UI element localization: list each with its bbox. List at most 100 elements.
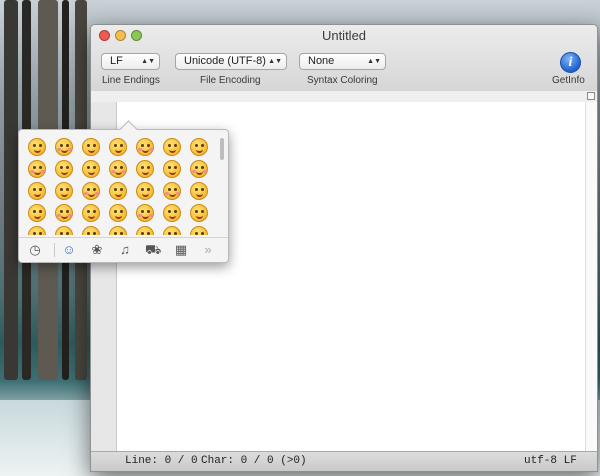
emoji-button[interactable] — [28, 226, 46, 235]
emoji-eye — [87, 166, 90, 169]
emoji-button[interactable] — [190, 182, 208, 200]
emoji-eye — [174, 188, 177, 191]
emoji-eye — [174, 232, 177, 235]
emoji-mouth — [88, 171, 95, 175]
emoji-eye — [87, 232, 90, 235]
emoji-mouth — [142, 171, 149, 175]
emoji-button[interactable] — [109, 204, 127, 222]
emoji-button[interactable] — [82, 160, 100, 178]
flower-icon[interactable]: ❀ — [89, 242, 105, 258]
status-bar: Line: 0 / 0 Char: 0 / 0 (>0) utf-8 LF — [91, 451, 597, 471]
clock-icon[interactable]: ◷ — [27, 242, 43, 258]
emoji-eye — [39, 210, 42, 213]
emoji-button[interactable] — [190, 160, 208, 178]
emoji-button[interactable] — [55, 226, 73, 235]
emoji-button[interactable] — [136, 182, 154, 200]
split-view-button[interactable] — [587, 92, 595, 100]
emoji-mouth — [34, 171, 41, 175]
emoji-eye — [93, 144, 96, 147]
emoji-button[interactable] — [190, 226, 208, 235]
emoji-mouth — [61, 215, 68, 219]
car-icon[interactable]: ⛟ — [145, 242, 161, 258]
emoji-button[interactable] — [82, 226, 100, 235]
emoji-eye — [66, 210, 69, 213]
emoji-eye — [168, 232, 171, 235]
emoji-button[interactable] — [55, 160, 73, 178]
emoji-button[interactable] — [109, 182, 127, 200]
emoji-button[interactable] — [163, 160, 181, 178]
emoji-cheek — [95, 192, 99, 195]
popup-arrows-icon: ▲▼ — [141, 58, 155, 65]
emoji-eye — [33, 232, 36, 235]
emoji-mouth — [169, 193, 176, 197]
emoji-button[interactable] — [190, 204, 208, 222]
emoji-eye — [141, 144, 144, 147]
bell-icon[interactable]: ♫ — [117, 242, 133, 258]
emoji-mouth — [142, 215, 149, 219]
palette-scrollbar[interactable] — [220, 138, 224, 160]
emoji-button[interactable] — [55, 204, 73, 222]
file-encoding-popup[interactable]: Unicode (UTF-8) ▲▼ — [175, 53, 287, 70]
emoji-cheek — [176, 192, 180, 195]
emoji-button[interactable] — [136, 160, 154, 178]
emoji-mouth — [142, 149, 149, 153]
line-endings-label: Line Endings — [102, 75, 160, 86]
emoji-mouth — [196, 171, 203, 175]
emoji-eye — [114, 144, 117, 147]
emoji-button[interactable] — [136, 226, 154, 235]
emoji-button[interactable] — [109, 160, 127, 178]
emoji-mouth — [196, 215, 203, 219]
emoji-eye — [147, 188, 150, 191]
emoji-button[interactable] — [28, 204, 46, 222]
emoji-eye — [141, 232, 144, 235]
line-endings-popup[interactable]: LF ▲▼ — [101, 53, 160, 70]
emoji-eye — [174, 210, 177, 213]
emoji-button[interactable] — [109, 226, 127, 235]
chevron-right-icon[interactable]: » — [200, 242, 216, 258]
emoji-button[interactable] — [55, 138, 73, 156]
emoji-button[interactable] — [109, 138, 127, 156]
emoji-button[interactable] — [136, 204, 154, 222]
symbols-icon[interactable]: ▦ — [173, 242, 189, 258]
emoji-button[interactable] — [163, 226, 181, 235]
emoji-eye — [120, 210, 123, 213]
emoji-eye — [168, 188, 171, 191]
emoji-eye — [195, 210, 198, 213]
emoji-eye — [201, 232, 204, 235]
emoji-mouth — [115, 171, 122, 175]
vertical-scrollbar[interactable] — [585, 102, 597, 451]
emoji-eye — [201, 188, 204, 191]
emoji-button[interactable] — [82, 182, 100, 200]
emoji-eye — [174, 166, 177, 169]
emoji-button[interactable] — [82, 138, 100, 156]
emoji-button[interactable] — [82, 204, 100, 222]
emoji-eye — [168, 210, 171, 213]
emoji-eye — [168, 166, 171, 169]
emoji-eye — [66, 232, 69, 235]
emoji-eye — [33, 210, 36, 213]
info-icon[interactable]: i — [560, 52, 581, 73]
smiley-icon[interactable]: ☺ — [61, 242, 77, 258]
emoji-eye — [39, 188, 42, 191]
emoji-button[interactable] — [28, 160, 46, 178]
emoji-eye — [195, 144, 198, 147]
emoji-button[interactable] — [163, 138, 181, 156]
emoji-button[interactable] — [163, 204, 181, 222]
emoji-button[interactable] — [28, 138, 46, 156]
emoji-mouth — [196, 193, 203, 197]
syntax-coloring-popup[interactable]: None ▲▼ — [299, 53, 386, 70]
emoji-button[interactable] — [28, 182, 46, 200]
emoji-mouth — [115, 215, 122, 219]
emoji-button[interactable] — [163, 182, 181, 200]
emoji-cheek — [57, 148, 61, 151]
emoji-button[interactable] — [55, 182, 73, 200]
emoji-button[interactable] — [190, 138, 208, 156]
emoji-eye — [114, 232, 117, 235]
emoji-cheek — [165, 192, 169, 195]
get-info-label[interactable]: GetInfo — [552, 75, 585, 86]
emoji-cheek — [41, 170, 45, 173]
emoji-eye — [195, 188, 198, 191]
emoji-eye — [147, 232, 150, 235]
syntax-coloring-label: Syntax Coloring — [307, 75, 378, 86]
emoji-button[interactable] — [136, 138, 154, 156]
